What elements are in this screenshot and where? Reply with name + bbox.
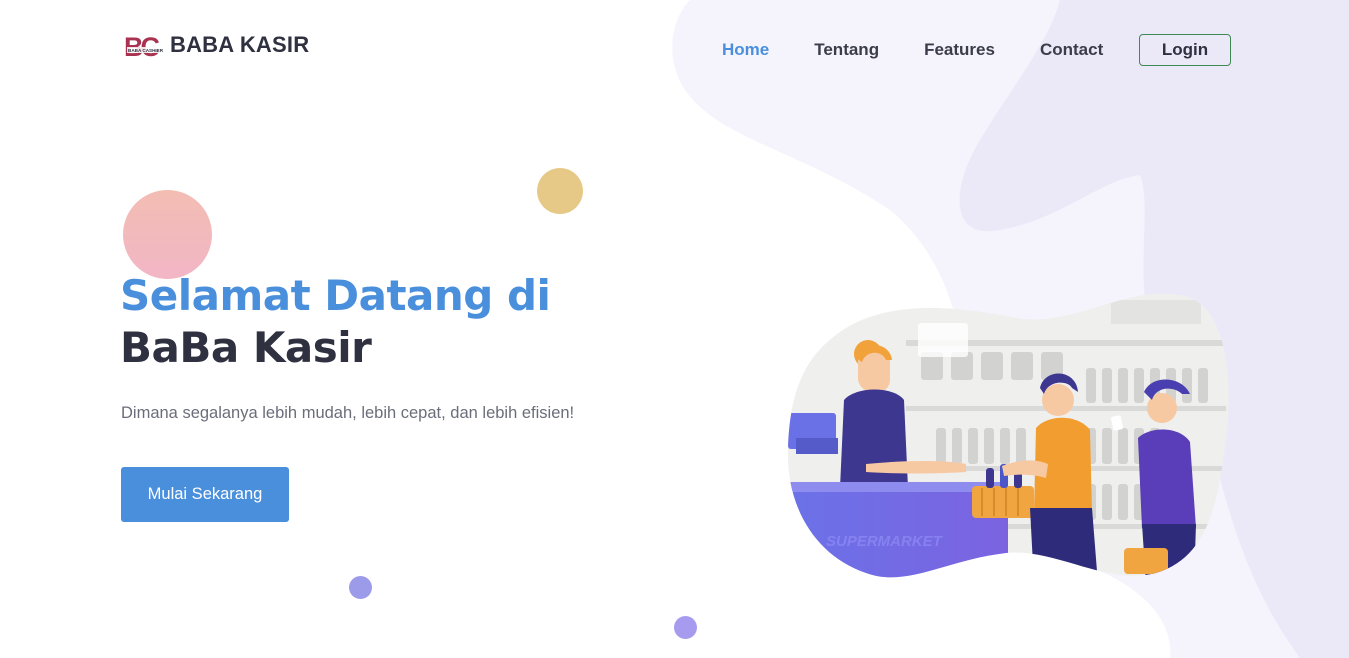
illustration-sign: SUPERMARKET [826, 533, 944, 550]
hero-title-line1: Selamat Datang di [120, 271, 551, 320]
hero-subtitle: Dimana segalanya lebih mudah, lebih cepa… [121, 404, 575, 422]
hero-title-line2: BaBa Kasir [120, 323, 372, 372]
nav-features-link[interactable]: Features [924, 34, 995, 66]
hero-title: Selamat Datang di BaBa Kasir [120, 270, 551, 374]
supermarket-cashier-illustration: SUPERMARKET [787, 293, 1229, 578]
brand-name: BABA KASIR [170, 32, 310, 57]
login-button[interactable]: Login [1139, 34, 1231, 66]
decor-circle-yellow [537, 168, 583, 214]
nav-tentang-link[interactable]: Tentang [814, 34, 879, 66]
logo-mark-icon: BC BABA CASHIER [124, 32, 164, 60]
get-started-button[interactable]: Mulai Sekarang [121, 467, 289, 522]
logo-subtext: BABA CASHIER [128, 48, 164, 53]
decor-circle-purple [349, 576, 372, 599]
nav-home-link[interactable]: Home [722, 34, 769, 66]
brand-logo[interactable]: BC BABA CASHIER BABA KASIR [124, 30, 309, 60]
nav-contact-link[interactable]: Contact [1040, 34, 1103, 66]
decor-circle-pink [123, 190, 212, 279]
main-nav: Home Tentang Features Contact [722, 34, 1148, 66]
decor-circle-purple [674, 616, 697, 639]
svg-text:BC: BC [124, 32, 159, 60]
